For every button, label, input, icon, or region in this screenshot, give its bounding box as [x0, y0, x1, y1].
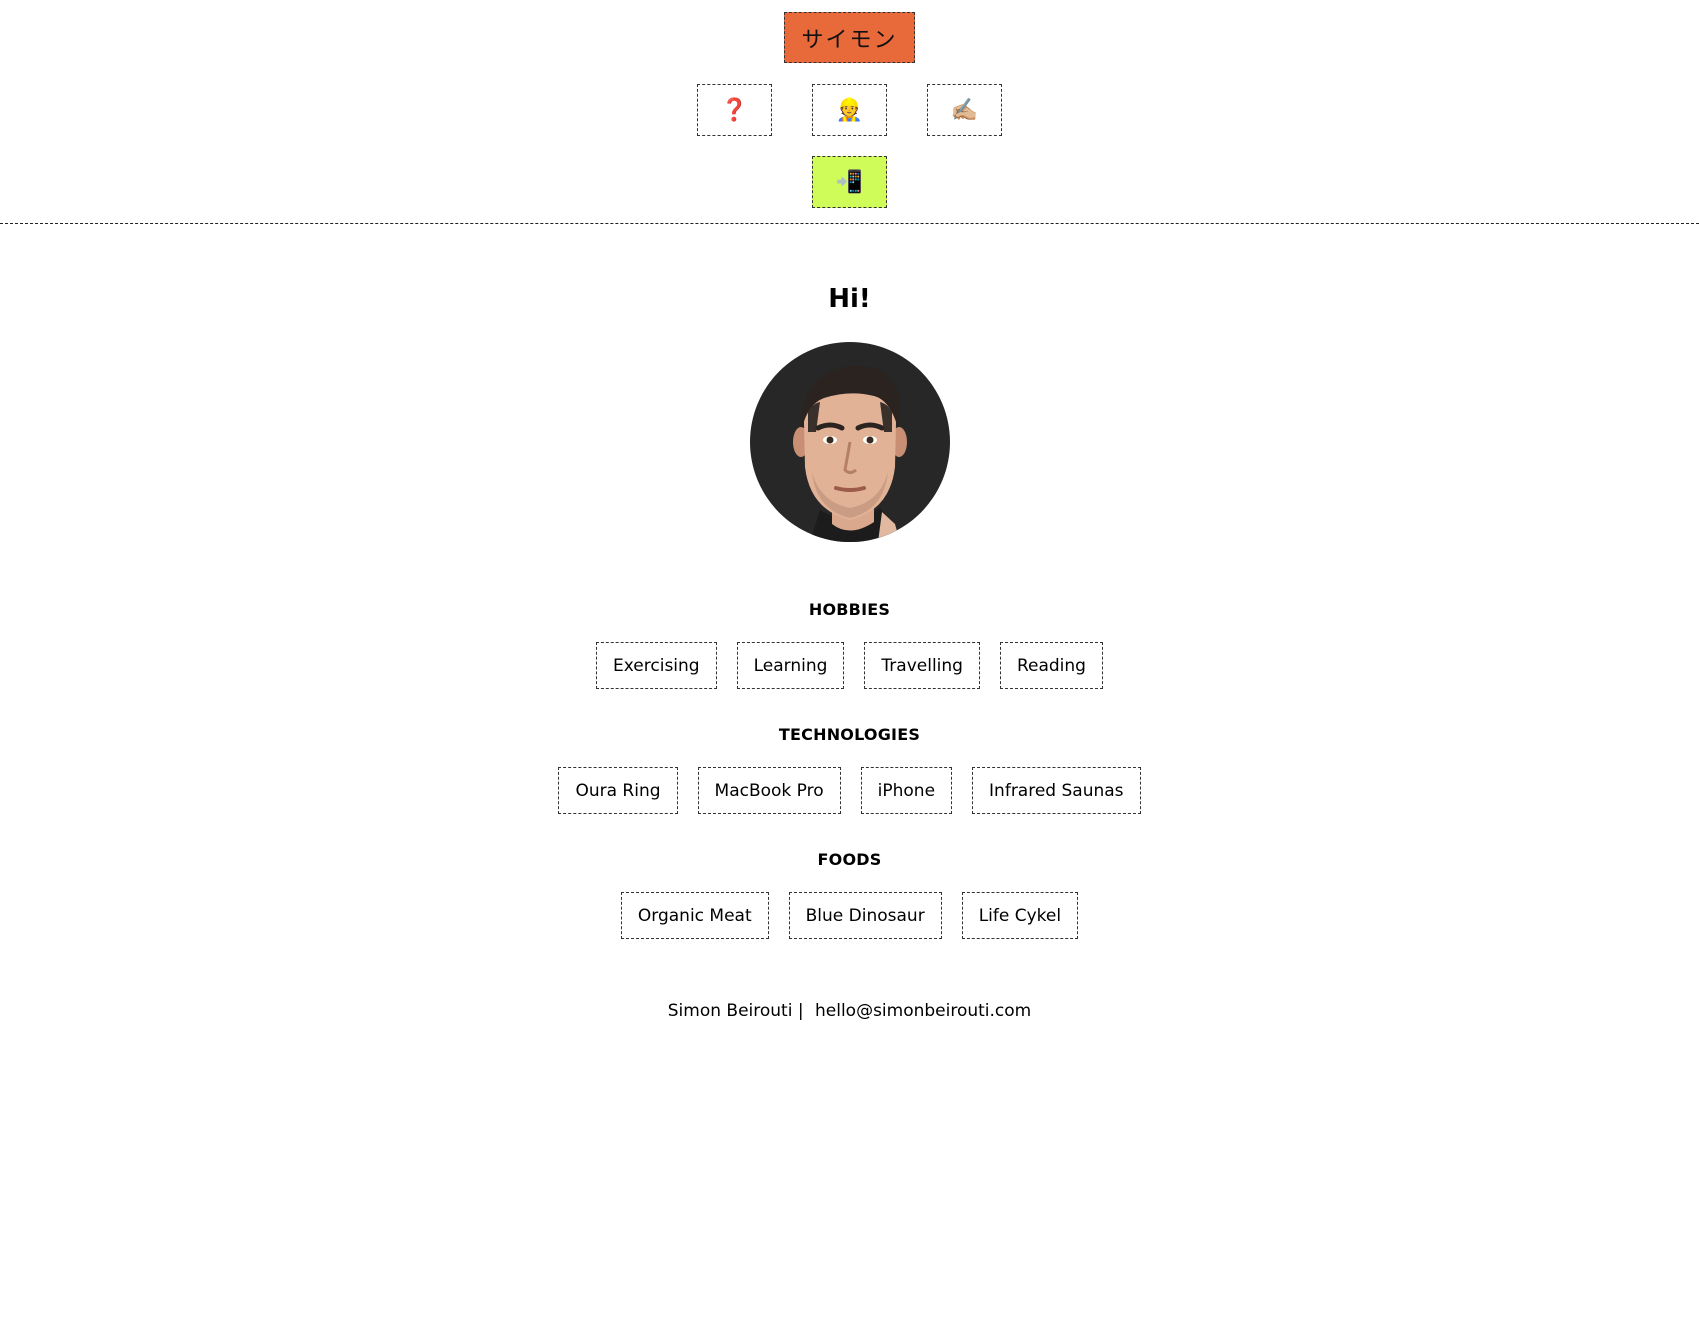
hobby-chip[interactable]: Exercising	[596, 642, 717, 689]
main-content: Hi! HOBBIES Exercising Learning Travelli…	[0, 286, 1699, 939]
contact-button[interactable]: 📲	[812, 156, 887, 208]
about-button[interactable]: ❓	[697, 84, 772, 136]
hobbies-title: HOBBIES	[808, 600, 891, 619]
nav-divider	[0, 223, 1699, 224]
food-chip[interactable]: Life Cykel	[961, 892, 1079, 939]
technology-chip[interactable]: MacBook Pro	[697, 767, 841, 814]
hobby-chip[interactable]: Learning	[736, 642, 845, 689]
work-button[interactable]: 👷	[812, 84, 887, 136]
writing-hand-icon: ✍🏼	[950, 97, 979, 123]
hero: Hi!	[0, 286, 1699, 542]
foods-title: FOODS	[817, 850, 882, 869]
greeting-heading: Hi!	[828, 284, 871, 314]
profile-photo-illustration	[792, 365, 907, 542]
nav-contact-row: 📲	[0, 156, 1699, 208]
footer: Simon Beirouti | hello@simonbeirouti.com	[0, 1001, 1699, 1021]
footer-email-link[interactable]: hello@simonbeirouti.com	[815, 1001, 1031, 1021]
foods-section: FOODS Organic Meat Blue Dinosaur Life Cy…	[0, 850, 1699, 939]
hobby-chip[interactable]: Reading	[999, 642, 1103, 689]
technology-chip[interactable]: iPhone	[860, 767, 953, 814]
hobbies-section: HOBBIES Exercising Learning Travelling R…	[0, 600, 1699, 689]
brand-home-button[interactable]: サイモン	[784, 12, 915, 63]
technology-chip[interactable]: Infrared Saunas	[972, 767, 1141, 814]
foods-list: Organic Meat Blue Dinosaur Life Cykel	[0, 892, 1699, 939]
footer-separator: |	[797, 1001, 804, 1021]
food-chip[interactable]: Blue Dinosaur	[788, 892, 942, 939]
profile-avatar	[749, 342, 950, 542]
worker-icon: 👷	[835, 97, 864, 123]
technologies-section: TECHNOLOGIES Oura Ring MacBook Pro iPhon…	[0, 725, 1699, 814]
hobbies-list: Exercising Learning Travelling Reading	[0, 642, 1699, 689]
top-nav: サイモン ❓ 👷 ✍🏼 📲	[0, 0, 1699, 224]
hobby-chip[interactable]: Travelling	[864, 642, 980, 689]
avatar-wrap	[0, 342, 1699, 542]
nav-icon-row: ❓ 👷 ✍🏼	[0, 84, 1699, 136]
technologies-list: Oura Ring MacBook Pro iPhone Infrared Sa…	[0, 767, 1699, 814]
writing-button[interactable]: ✍🏼	[927, 84, 1002, 136]
footer-name: Simon Beirouti	[667, 1001, 793, 1021]
question-icon: ❓	[720, 97, 749, 123]
page: サイモン ❓ 👷 ✍🏼 📲 Hi! HOBBIES Exercising Lea…	[0, 0, 1699, 1021]
food-chip[interactable]: Organic Meat	[620, 892, 769, 939]
brand-row: サイモン	[0, 12, 1699, 63]
technologies-title: TECHNOLOGIES	[778, 725, 921, 744]
technology-chip[interactable]: Oura Ring	[558, 767, 678, 814]
mobile-phone-arrow-icon: 📲	[835, 169, 864, 195]
